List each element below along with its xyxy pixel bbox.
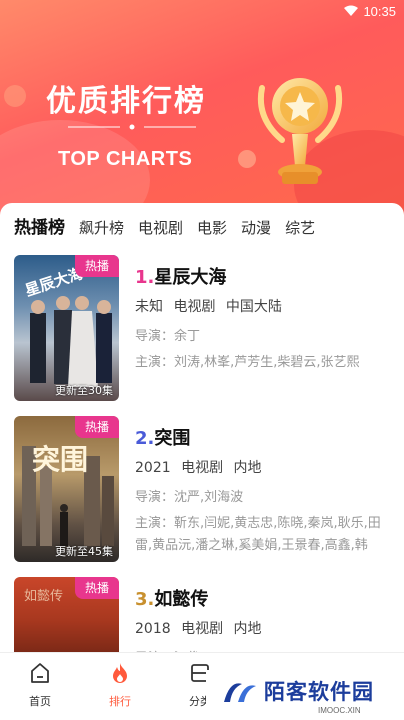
trophy-icon xyxy=(258,78,342,184)
tab-movie[interactable]: 电影 xyxy=(197,217,227,238)
cast: 主演：刘涛,林峯,芦芳生,柴碧云,张艺熙 xyxy=(135,355,360,370)
region: 内地 xyxy=(233,460,262,476)
banner-subtitle: TOP CHARTS xyxy=(58,148,193,170)
type: 电视剧 xyxy=(181,460,224,476)
status-time: 10:35 xyxy=(363,4,396,19)
region: 内地 xyxy=(233,621,262,637)
item-title[interactable]: 3.如懿传 xyxy=(135,585,393,611)
title-text: 星辰大海 xyxy=(154,267,227,288)
ranking-item[interactable]: 星辰大海 热播 更新至30集 1.星辰大海 未知 电视剧 中国大陆 导演：余丁 … xyxy=(14,255,394,405)
title-text: 突围 xyxy=(154,428,191,449)
episode-label: 更新至45集 xyxy=(55,545,113,558)
region: 中国大陆 xyxy=(225,299,282,315)
banner-title: 优质排行榜 xyxy=(46,84,206,119)
nav-ranking[interactable]: 排行 xyxy=(90,661,150,709)
type: 电视剧 xyxy=(181,621,224,637)
watermark: 陌客软件园 IMOOC.XIN xyxy=(206,670,404,720)
hot-badge: 热播 xyxy=(75,577,119,599)
poster-image[interactable]: 如懿传 热播 xyxy=(14,577,119,663)
year: 2018 xyxy=(135,621,171,637)
category-tabs: 热播榜 飙升榜 电视剧 电影 动漫 综艺 xyxy=(14,213,315,238)
item-meta: 2021 电视剧 内地 xyxy=(135,457,393,477)
poster-title: 如懿传 xyxy=(24,589,64,604)
poster-image[interactable]: 星辰大海 热播 更新至30集 xyxy=(14,255,119,401)
year: 未知 xyxy=(135,299,163,315)
decor-dot xyxy=(4,85,26,107)
item-meta: 未知 电视剧 中国大陆 xyxy=(135,296,393,316)
tab-hot[interactable]: 热播榜 xyxy=(14,213,65,238)
rank-number: 1. xyxy=(135,267,155,288)
nav-label: 首页 xyxy=(29,695,51,708)
tab-rising[interactable]: 飙升榜 xyxy=(79,217,124,238)
nav-label: 排行 xyxy=(109,695,131,708)
cast: 主演：靳东,闫妮,黄志忠,陈晓,秦岚,耿乐,田雷,黄品沅,潘之琳,奚美娟,王景春… xyxy=(135,516,381,553)
watermark-text: 陌客软件园 xyxy=(264,680,374,704)
year: 2021 xyxy=(135,460,171,476)
tab-variety[interactable]: 综艺 xyxy=(285,217,315,238)
rank-number: 2. xyxy=(135,428,155,449)
ranking-item[interactable]: 突围 热播 更新至45集 2.突围 2021 电视剧 内地 导演：沈严,刘海波 … xyxy=(14,416,394,566)
nav-home[interactable]: 首页 xyxy=(10,661,70,709)
item-info: 2.突围 2021 电视剧 内地 导演：沈严,刘海波 主演：靳东,闫妮,黄志忠,… xyxy=(135,424,393,557)
poster-title: 突围 xyxy=(32,443,89,476)
item-info: 1.星辰大海 未知 电视剧 中国大陆 导演：余丁 主演：刘涛,林峯,芦芳生,柴碧… xyxy=(135,263,393,374)
hot-badge: 热播 xyxy=(75,416,119,438)
episode-label: 更新至30集 xyxy=(55,384,113,397)
tab-tv[interactable]: 电视剧 xyxy=(138,217,183,238)
type: 电视剧 xyxy=(173,299,216,315)
title-text: 如懿传 xyxy=(154,589,209,610)
status-bar: 10:35 xyxy=(0,0,404,24)
ranking-sheet: 热播榜 飙升榜 电视剧 电影 动漫 综艺 星辰大海 热播 更新至30集 1.星辰… xyxy=(0,203,404,666)
rank-number: 3. xyxy=(135,589,155,610)
item-meta: 2018 电视剧 内地 xyxy=(135,618,393,638)
tab-anime[interactable]: 动漫 xyxy=(241,217,271,238)
header-banner: 10:35 优质排行榜 TOP CHARTS xyxy=(0,0,404,215)
director: 导演：沈严,刘海波 xyxy=(135,490,244,505)
watermark-sub: IMOOC.XIN xyxy=(318,706,361,715)
director: 导演：余丁 xyxy=(135,329,201,344)
home-icon xyxy=(31,663,49,683)
poster-image[interactable]: 突围 热播 更新至45集 xyxy=(14,416,119,562)
item-title[interactable]: 1.星辰大海 xyxy=(135,263,393,289)
wifi-icon xyxy=(344,5,358,16)
item-title[interactable]: 2.突围 xyxy=(135,424,393,450)
hot-badge: 热播 xyxy=(75,255,119,277)
flame-icon xyxy=(113,663,127,683)
watermark-logo-icon xyxy=(224,683,256,702)
ornament-divider-icon xyxy=(68,124,196,130)
